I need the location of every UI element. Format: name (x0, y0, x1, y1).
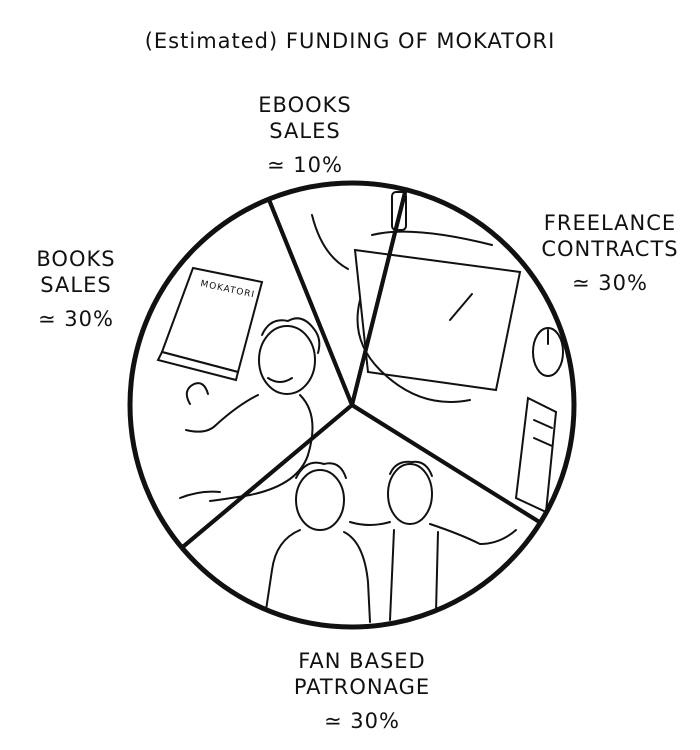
funding-pie-chart: (Estimated) FUNDING OF MOKATORI MOKATORI (36, 29, 678, 733)
slice-value-label-2: ≃ 30% (572, 271, 648, 295)
slice-value-label-1: ≃ 10% (267, 153, 343, 177)
book-illustration-icon: MOKATORI (156, 266, 264, 382)
pie-slices (127, 180, 577, 630)
tablet-desk-icon (311, 191, 564, 514)
chart-title: (Estimated) FUNDING OF MOKATORI (145, 29, 556, 53)
pie-labels: EBOOKSSALES≃ 10%FREELANCECONTRACTS≃ 30%F… (36, 93, 678, 733)
slice-label-4-line-2: SALES (40, 273, 111, 297)
slice-label-3-line-1: FAN BASED (298, 649, 425, 673)
slice-label-1-line-2: SALES (269, 119, 340, 143)
sketch-illustrations: MOKATORI (156, 191, 564, 623)
slice-value-label-3: ≃ 30% (324, 709, 400, 733)
slice-label-1-line-1: EBOOKS (258, 93, 351, 117)
slice-label-2-line-1: FREELANCE (544, 211, 676, 235)
slice-label-4-line-1: BOOKS (36, 247, 115, 271)
slice-label-3-line-2: PATRONAGE (294, 675, 430, 699)
slice-label-2-line-2: CONTRACTS (541, 237, 678, 261)
slice-value-label-4: ≃ 30% (38, 307, 114, 331)
